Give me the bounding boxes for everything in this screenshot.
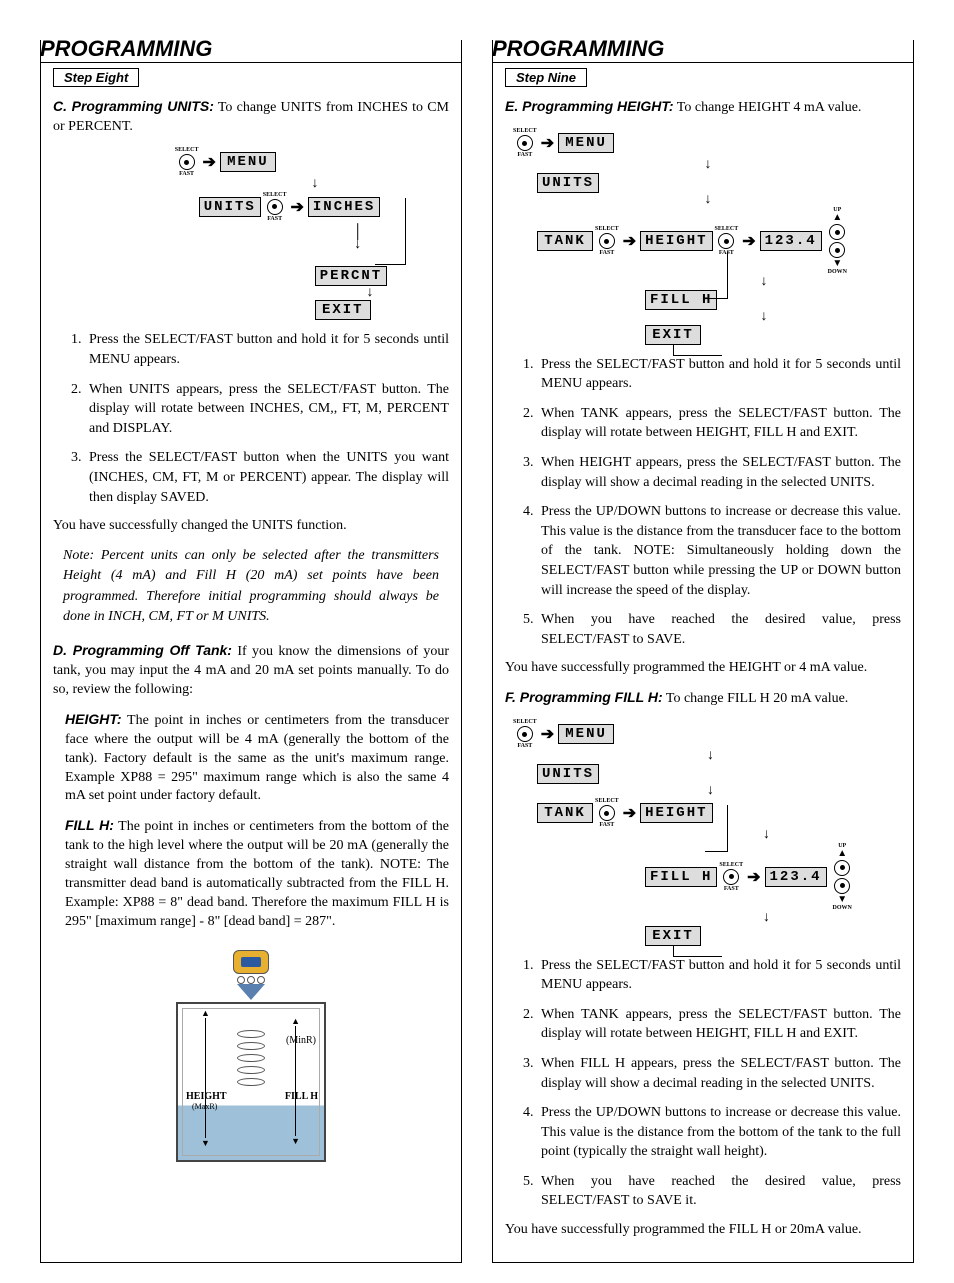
- step-nine-label: Step Nine: [505, 68, 587, 87]
- heading-right: PROGRAMMING: [492, 36, 914, 63]
- list-item: Press the SELECT/FAST button when the UN…: [85, 448, 449, 507]
- section-c-title: C. Programming UNITS:: [53, 98, 214, 114]
- maxr-label: (MaxR): [192, 1103, 217, 1111]
- lcd-exit: EXIT: [645, 926, 701, 946]
- list-item: Press the SELECT/FAST button and hold it…: [537, 355, 901, 394]
- tank-illustration: (MinR) ▼ HEIGHT (MaxR) ▼ FILL H: [156, 942, 346, 1162]
- lcd-exit: EXIT: [315, 300, 371, 320]
- select-fast-button-icon: SELECTFAST: [719, 862, 743, 892]
- lcd-inches: INCHES: [308, 197, 380, 217]
- list-item: When FILL H appears, press the SELECT/FA…: [537, 1054, 901, 1093]
- section-c-intro: C. Programming UNITS: To change UNITS fr…: [53, 97, 449, 137]
- section-f-title: F. Programming FILL H:: [505, 689, 663, 705]
- fillh-arrow-label: FILL H: [285, 1092, 318, 1102]
- section-c-success: You have successfully changed the UNITS …: [53, 517, 449, 536]
- list-item: When you have reached the desired value,…: [537, 1172, 901, 1211]
- list-item: When TANK appears, press the SELECT/FAST…: [537, 404, 901, 443]
- list-item: When HEIGHT appears, press the SELECT/FA…: [537, 453, 901, 492]
- select-fast-button-icon: SELECTFAST: [595, 226, 619, 256]
- lcd-tank: TANK: [537, 803, 593, 823]
- list-item: When TANK appears, press the SELECT/FAST…: [537, 1005, 901, 1044]
- lcd-height: HEIGHT: [640, 803, 712, 823]
- arrow-right-icon: ➔: [202, 152, 215, 172]
- down-button-icon: ▼DOWN: [833, 877, 852, 911]
- lcd-value: 123.4: [760, 231, 822, 251]
- list-item: Press the SELECT/FAST button and hold it…: [537, 956, 901, 995]
- ultrasonic-waves-icon: [237, 1030, 265, 1086]
- lcd-units: UNITS: [537, 764, 599, 784]
- heading-left: PROGRAMMING: [40, 36, 462, 63]
- section-c-note: Note: Percent units can only be selected…: [63, 546, 439, 627]
- lcd-menu: MENU: [558, 724, 614, 744]
- height-definition: HEIGHT: The point in inches or centimete…: [65, 710, 449, 806]
- section-e-title: E. Programming HEIGHT:: [505, 98, 674, 114]
- height-arrow-label: HEIGHT: [186, 1092, 227, 1102]
- lcd-value: 123.4: [765, 867, 827, 887]
- lcd-menu: MENU: [220, 152, 276, 172]
- list-item: When UNITS appears, press the SELECT/FAS…: [85, 380, 449, 439]
- section-e-intro: E. Programming HEIGHT: To change HEIGHT …: [505, 97, 901, 118]
- select-fast-button-icon: SELECTFAST: [175, 147, 199, 177]
- flow-diagram-units: SELECTFAST ➔ MENU ↓ UNITS SELECTFAST ➔ I…: [53, 147, 449, 320]
- select-fast-button-icon: SELECTFAST: [263, 192, 287, 222]
- fillh-label: FILL H:: [65, 817, 114, 833]
- select-fast-button-icon: SELECTFAST: [513, 719, 537, 749]
- lcd-tank: TANK: [537, 231, 593, 251]
- lcd-exit: EXIT: [645, 325, 701, 345]
- lcd-menu: MENU: [558, 133, 614, 153]
- section-f-intro: F. Programming FILL H: To change FILL H …: [505, 688, 901, 709]
- list-item: Press the UP/DOWN buttons to increase or…: [537, 502, 901, 600]
- left-column: PROGRAMMING Step Eight C. Programming UN…: [40, 40, 462, 1263]
- step-eight-label: Step Eight: [53, 68, 139, 87]
- lcd-units: UNITS: [537, 173, 599, 193]
- section-d-title: D. Programming Off Tank:: [53, 642, 232, 658]
- section-e-steps: Press the SELECT/FAST button and hold it…: [505, 355, 901, 650]
- section-d-intro: D. Programming Off Tank: If you know the…: [53, 641, 449, 700]
- select-fast-button-icon: SELECTFAST: [513, 128, 537, 158]
- flow-diagram-height: SELECTFAST ➔ MENU ↓ UNITS ↓ TANK SELECTF…: [513, 128, 901, 344]
- section-e-success: You have successfully programmed the HEI…: [505, 659, 901, 678]
- list-item: Press the SELECT/FAST button and hold it…: [85, 330, 449, 369]
- lcd-fillh: FILL H: [645, 867, 717, 887]
- sensor-icon: [233, 950, 269, 1000]
- up-button-icon: UP▲: [829, 207, 845, 241]
- list-item: When you have reached the desired value,…: [537, 610, 901, 649]
- section-f-success: You have successfully programmed the FIL…: [505, 1221, 901, 1240]
- flow-diagram-fillh: SELECTFAST ➔ MENU ↓ UNITS ↓ TANK SELECTF…: [513, 719, 901, 945]
- height-label: HEIGHT:: [65, 711, 122, 727]
- select-fast-button-icon: SELECTFAST: [595, 798, 619, 828]
- down-button-icon: ▼DOWN: [828, 241, 847, 275]
- lcd-height: HEIGHT: [640, 231, 712, 251]
- section-f-steps: Press the SELECT/FAST button and hold it…: [505, 956, 901, 1212]
- section-c-steps: Press the SELECT/FAST button and hold it…: [53, 330, 449, 507]
- fillh-definition: FILL H: The point in inches or centimete…: [65, 816, 449, 931]
- up-button-icon: UP▲: [834, 843, 850, 877]
- lcd-percent: PERCNT: [315, 266, 387, 286]
- list-item: Press the UP/DOWN buttons to increase or…: [537, 1103, 901, 1162]
- right-column: PROGRAMMING Step Nine E. Programming HEI…: [492, 40, 914, 1263]
- lcd-units: UNITS: [199, 197, 261, 217]
